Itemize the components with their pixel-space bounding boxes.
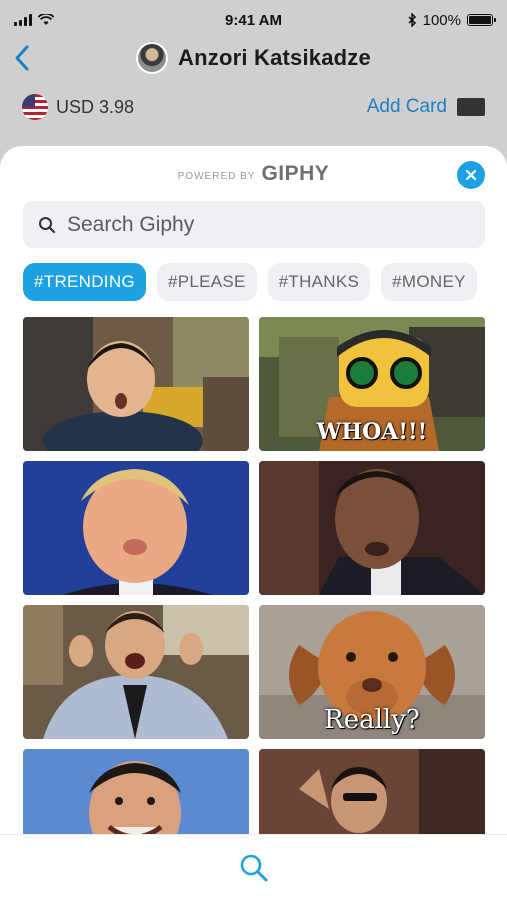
nav-bar: Anzori Katsikadze: [0, 40, 507, 76]
tag-list: #TRENDING #PLEASE #THANKS #MONEY: [23, 263, 485, 301]
gif-image: [23, 317, 249, 451]
gif-tile[interactable]: [259, 461, 485, 595]
card-icon: [457, 98, 485, 116]
search-icon: [37, 215, 57, 235]
gif-tile[interactable]: Really?: [259, 605, 485, 739]
status-time: 9:41 AM: [225, 11, 282, 29]
gif-tile[interactable]: [23, 461, 249, 595]
tab-bar: [0, 834, 507, 900]
gif-image: [23, 605, 249, 739]
balance-text: USD 3.98: [56, 96, 135, 117]
tag-thanks[interactable]: #THANKS: [267, 263, 371, 301]
gif-tile[interactable]: [23, 605, 249, 739]
search-icon: [240, 854, 267, 881]
giphy-logo: GIPHY: [261, 162, 330, 185]
balance-row: USD 3.98 Add Card: [0, 90, 507, 124]
battery-icon: [467, 14, 496, 26]
gif-tile[interactable]: WHOA!!!: [259, 317, 485, 451]
gif-image: [23, 461, 249, 595]
bluetooth-icon: [408, 13, 416, 27]
search-input[interactable]: [67, 212, 467, 237]
gif-image: [259, 461, 485, 595]
gif-grid: WHOA!!! Really?: [23, 317, 485, 883]
giphy-sheet: POWERED BY GIPHY #TRENDING #PLEASE #THAN…: [0, 146, 507, 900]
gif-caption: Really?: [324, 705, 420, 735]
tag-please[interactable]: #PLEASE: [156, 263, 257, 301]
close-icon: [465, 169, 477, 181]
tag-trending[interactable]: #TRENDING: [23, 263, 146, 301]
user-name: Anzori Katsikadze: [178, 45, 371, 70]
giphy-header: POWERED BY GIPHY: [0, 156, 507, 192]
avatar: [136, 42, 169, 74]
status-bar-left: [14, 14, 134, 26]
battery-level: [469, 16, 491, 24]
battery-percent: 100%: [422, 11, 461, 29]
search-box[interactable]: [23, 201, 485, 248]
status-bar-right: 100%: [373, 11, 496, 29]
cellular-signal-icon: [14, 14, 32, 26]
powered-by-label: POWERED BY: [177, 170, 256, 182]
gif-tile[interactable]: [23, 317, 249, 451]
status-bar: 9:41 AM 100%: [0, 0, 507, 40]
wifi-icon: [38, 14, 54, 25]
close-button[interactable]: [457, 161, 485, 189]
back-button[interactable]: [12, 44, 40, 72]
nav-user: Anzori Katsikadze: [136, 42, 371, 74]
tab-search-button[interactable]: [236, 850, 272, 886]
chevron-left-icon: [15, 45, 29, 71]
us-flag-icon: [22, 94, 48, 120]
add-card-link[interactable]: Add Card: [367, 96, 447, 118]
tag-money[interactable]: #MONEY: [381, 263, 477, 301]
gif-caption: WHOA!!!: [316, 419, 428, 445]
